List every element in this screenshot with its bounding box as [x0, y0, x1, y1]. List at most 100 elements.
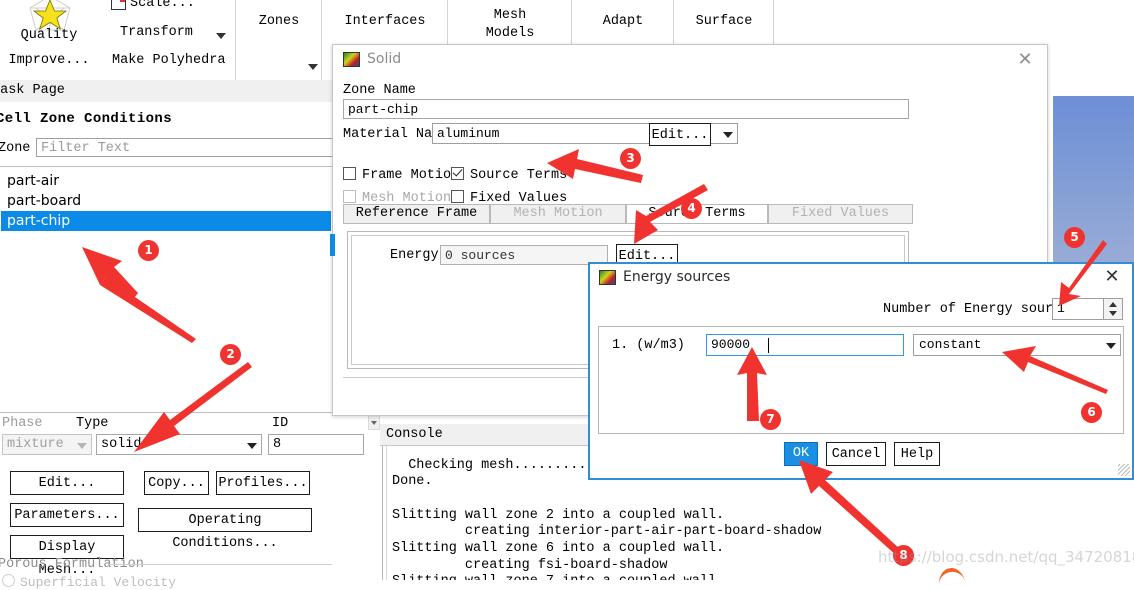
annotation-badge-7: 7: [760, 409, 781, 430]
number-of-sources-stepper[interactable]: [1104, 298, 1123, 320]
checkbox-box[interactable]: [451, 167, 464, 180]
source-type-select[interactable]: constant: [913, 334, 1121, 356]
ribbon-label-interfaces[interactable]: Interfaces: [322, 14, 448, 29]
type-select[interactable]: solid: [96, 434, 262, 455]
ribbon-label-zones[interactable]: Zones: [236, 14, 322, 29]
phase-label: Phase: [2, 416, 43, 431]
profiles-button[interactable]: Profiles...: [216, 471, 310, 495]
number-of-sources-input[interactable]: 1: [1052, 298, 1104, 320]
energy-sources-title: Energy sources: [623, 269, 731, 285]
material-name-value: aluminum: [437, 126, 500, 141]
display-mesh-button[interactable]: Display Mesh...: [10, 535, 124, 578]
energy-sources-dialog[interactable]: Energy sources ✕ Number of Energy source…: [588, 262, 1134, 480]
tab-mesh-motion: Mesh Motion: [490, 204, 626, 224]
id-label: ID: [272, 416, 289, 431]
parameters-button[interactable]: Parameters...: [10, 503, 124, 527]
ribbon-label-adapt[interactable]: Adapt: [572, 14, 674, 29]
annotation-badge-5: 5: [1064, 227, 1085, 248]
zones-dropdown-caret-icon[interactable]: [308, 64, 318, 70]
zone-filter-placeholder: Filter Text: [41, 141, 131, 156]
stepper-down-icon[interactable]: [1109, 311, 1117, 316]
tab-underline: [343, 223, 913, 224]
source-value-text: 90000: [711, 337, 751, 352]
ribbon-group-quality[interactable]: Quality Improve...: [0, 0, 98, 80]
phase-value: mixture: [7, 437, 64, 452]
fluent-app-icon: [343, 52, 360, 67]
annotation-badge-3: 3: [620, 148, 641, 169]
checkbox-box[interactable]: [343, 167, 356, 180]
phase-select: mixture: [2, 434, 92, 455]
source-row-label: 1. (w/m3): [612, 338, 685, 353]
ribbon-label-surface[interactable]: Surface: [674, 14, 774, 29]
operating-conditions-button[interactable]: Operating Conditions...: [138, 508, 312, 551]
edit-button[interactable]: Edit...: [10, 471, 124, 495]
energy-sources-titlebar[interactable]: Energy sources ✕: [590, 264, 1132, 292]
checkbox-box: [343, 190, 356, 203]
parameters-button-label: Parameters...: [14, 508, 120, 523]
close-icon[interactable]: ✕: [1100, 266, 1124, 288]
tab-reference-frame[interactable]: Reference Frame: [343, 204, 490, 224]
radio-superficial-velocity[interactable]: [2, 574, 15, 587]
ribbon-group-transform[interactable]: Scale... Transform Make Polyhedra: [98, 0, 236, 80]
page-title: Cell Zone Conditions: [0, 111, 173, 127]
zone-list[interactable]: part-air part-board part-chip: [0, 166, 332, 413]
checkbox-box[interactable]: [451, 190, 464, 203]
profiles-button-label: Profiles...: [218, 476, 308, 491]
edit-material-button[interactable]: Edit...: [649, 123, 711, 146]
close-icon[interactable]: ✕: [1013, 49, 1037, 71]
selection-highlight-strip: [330, 234, 335, 256]
annotation-badge-6: 6: [1081, 402, 1102, 423]
cancel-button[interactable]: Cancel: [826, 442, 886, 466]
id-value: 8: [273, 437, 282, 452]
task-page-header-label: Task Page: [0, 83, 65, 98]
fluent-app-icon: [599, 270, 616, 285]
ribbon-label-scale[interactable]: Scale...: [130, 0, 195, 11]
edit-button-label: Edit...: [38, 476, 96, 491]
list-item[interactable]: part-chip: [1, 211, 331, 231]
cancel-button-label: Cancel: [831, 447, 881, 462]
frame-motion-label: Frame Motion: [362, 168, 460, 183]
zone-label: Zone: [0, 141, 31, 156]
phase-caret-icon: [77, 442, 87, 449]
annotation-badge-2: 2: [220, 344, 241, 365]
solid-dialog-tabs[interactable]: Reference Frame Mesh Motion Source Terms…: [343, 204, 913, 224]
porous-option-text: Superficial Velocity: [20, 575, 177, 590]
porous-option-label[interactable]: Superficial Velocity: [2, 574, 176, 590]
scroll-down-arrow-icon[interactable]: [369, 417, 379, 429]
ribbon-label-transform[interactable]: Transform: [120, 25, 193, 40]
console-header-label: Console: [386, 427, 443, 442]
console-left-border: [382, 446, 383, 580]
source-type-value: constant: [919, 337, 982, 352]
resize-grip-icon[interactable]: [1118, 464, 1130, 476]
ribbon-group-zones[interactable]: Zones: [236, 0, 322, 80]
source-type-caret-icon[interactable]: [1106, 343, 1116, 349]
transform-dropdown-caret-icon[interactable]: [216, 33, 226, 39]
zone-filter-input[interactable]: Filter Text: [36, 138, 336, 157]
energy-sources-value: 0 sources: [445, 248, 516, 263]
frame-motion-checkbox[interactable]: Frame Motion: [343, 167, 459, 183]
material-name-caret-icon[interactable]: [723, 131, 733, 138]
source-value-input[interactable]: 90000: [706, 334, 904, 356]
ribbon-label-make-polyhedra[interactable]: Make Polyhedra: [112, 53, 225, 68]
copy-button[interactable]: Copy...: [144, 471, 209, 495]
graphics-viewport[interactable]: [1053, 96, 1134, 271]
solid-dialog-titlebar[interactable]: Solid ✕: [333, 45, 1047, 75]
porous-divider: [108, 564, 332, 565]
id-field[interactable]: 8: [268, 434, 364, 455]
console-left-border-2: [386, 446, 387, 580]
type-label: Type: [76, 416, 109, 431]
source-terms-checkbox[interactable]: Source Terms: [451, 167, 567, 183]
help-button[interactable]: Help: [894, 442, 940, 466]
ribbon-label-mesh-models[interactable]: Mesh Models: [448, 7, 572, 43]
ribbon-label-improve[interactable]: Improve...: [0, 53, 98, 68]
annotation-badge-4: 4: [681, 198, 702, 219]
operating-conditions-button-label: Operating Conditions...: [172, 513, 278, 551]
scale-icon: [111, 0, 126, 10]
stepper-up-icon[interactable]: [1109, 302, 1117, 307]
list-item[interactable]: part-board: [1, 191, 331, 211]
type-caret-icon[interactable]: [247, 442, 257, 449]
list-item[interactable]: part-air: [1, 171, 331, 191]
ok-button[interactable]: OK: [784, 442, 818, 466]
energy-sources-field[interactable]: 0 sources: [440, 245, 608, 265]
zone-name-input[interactable]: part-chip: [343, 99, 909, 119]
